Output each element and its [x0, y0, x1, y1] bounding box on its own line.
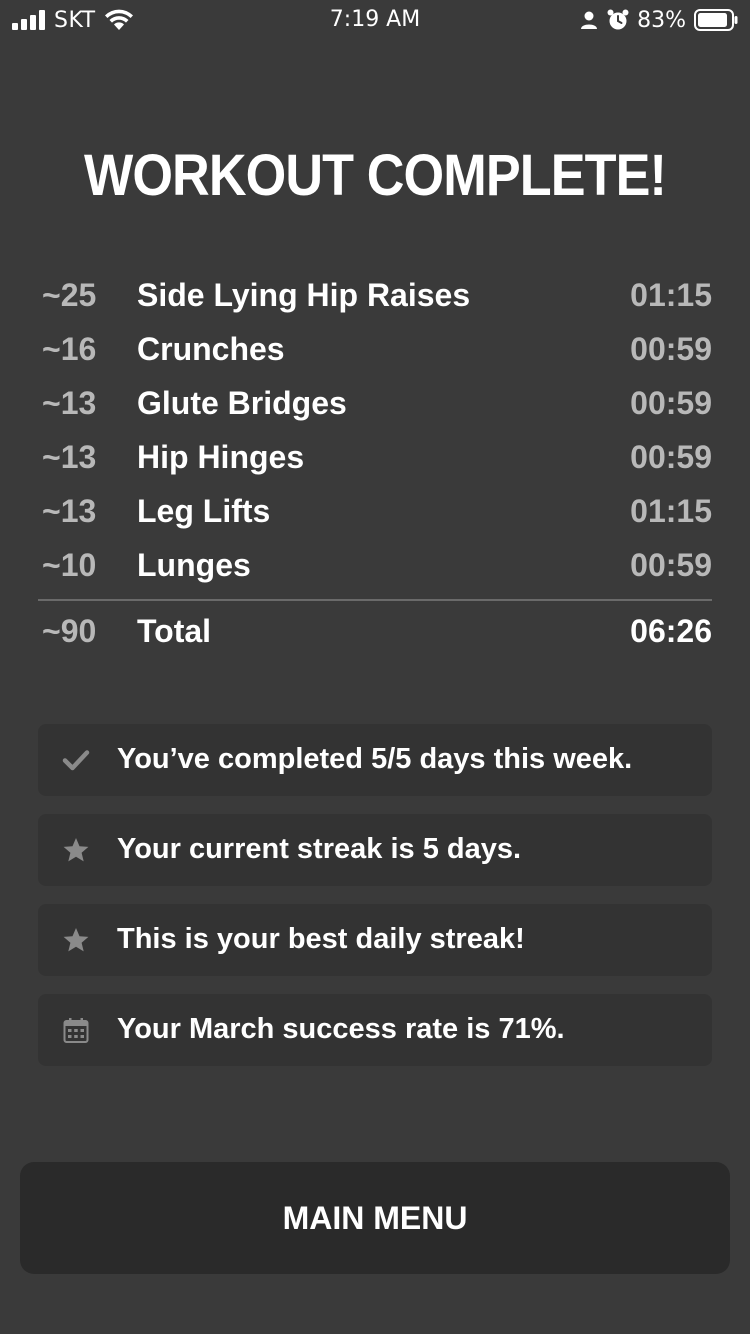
- exercise-duration: 00:59: [630, 331, 712, 367]
- calendar-icon: [63, 1018, 89, 1043]
- exercise-row: ~10 Lunges 00:59: [38, 541, 712, 595]
- exercise-reps: ~16: [42, 331, 97, 367]
- exercise-name: Side Lying Hip Raises: [137, 277, 471, 313]
- exercise-reps: ~13: [42, 493, 97, 529]
- stat-card-weekly-completion: You’ve completed 5/5 days this week.: [38, 724, 712, 796]
- check-icon: [62, 750, 90, 771]
- stat-card-monthly-success: Your March success rate is 71%.: [38, 994, 712, 1066]
- exercise-name: Crunches: [137, 331, 285, 367]
- exercise-duration: 00:59: [630, 385, 712, 421]
- exercise-name: Glute Bridges: [137, 385, 347, 421]
- stat-text: Your March success rate is 71%.: [117, 1013, 565, 1045]
- exercise-reps: ~13: [42, 385, 97, 421]
- stat-text: Your current streak is 5 days.: [117, 833, 522, 865]
- total-label: Total: [137, 613, 212, 649]
- battery-percent: 83%: [637, 7, 686, 33]
- star-icon: [63, 928, 89, 952]
- exercise-row: ~13 Hip Hinges 00:59: [38, 433, 712, 487]
- total-duration: 06:26: [630, 613, 712, 649]
- exercise-row: ~13 Leg Lifts 01:15: [38, 487, 712, 541]
- status-bar: SKT 7:19 AM 83%: [0, 0, 750, 40]
- exercise-reps: ~10: [42, 547, 97, 583]
- exercise-duration: 01:15: [630, 493, 712, 529]
- exercise-row: ~25 Side Lying Hip Raises 01:15: [38, 271, 712, 325]
- stat-text: This is your best daily streak!: [117, 923, 525, 955]
- exercise-summary-list: ~25 Side Lying Hip Raises 01:15 ~16 Crun…: [38, 271, 712, 665]
- alarm-icon: [607, 9, 629, 30]
- status-right: 83%: [579, 6, 738, 34]
- exercise-reps: ~25: [42, 277, 97, 313]
- battery-icon: [694, 9, 738, 31]
- stat-text: You’ve completed 5/5 days this week.: [117, 743, 633, 775]
- exercise-name: Leg Lifts: [137, 493, 271, 529]
- exercise-row: ~16 Crunches 00:59: [38, 325, 712, 379]
- person-icon: [581, 11, 598, 29]
- main-menu-button[interactable]: MAIN MENU: [20, 1162, 730, 1274]
- exercise-name: Lunges: [137, 547, 251, 583]
- stat-card-current-streak: Your current streak is 5 days.: [38, 814, 712, 886]
- stat-card-best-streak: This is your best daily streak!: [38, 904, 712, 976]
- exercise-row: ~13 Glute Bridges 00:59: [38, 379, 712, 433]
- exercise-duration: 00:59: [630, 547, 712, 583]
- workout-stats: You’ve completed 5/5 days this week. You…: [38, 724, 712, 1084]
- exercise-name: Hip Hinges: [137, 439, 305, 475]
- exercise-duration: 00:59: [630, 439, 712, 475]
- total-row: ~90 Total 06:26: [38, 601, 712, 665]
- exercise-reps: ~13: [42, 439, 97, 475]
- exercise-duration: 01:15: [630, 277, 712, 313]
- total-reps: ~90: [42, 613, 97, 649]
- page-title: WORKOUT COMPLETE!: [83, 143, 667, 208]
- star-icon: [63, 838, 89, 862]
